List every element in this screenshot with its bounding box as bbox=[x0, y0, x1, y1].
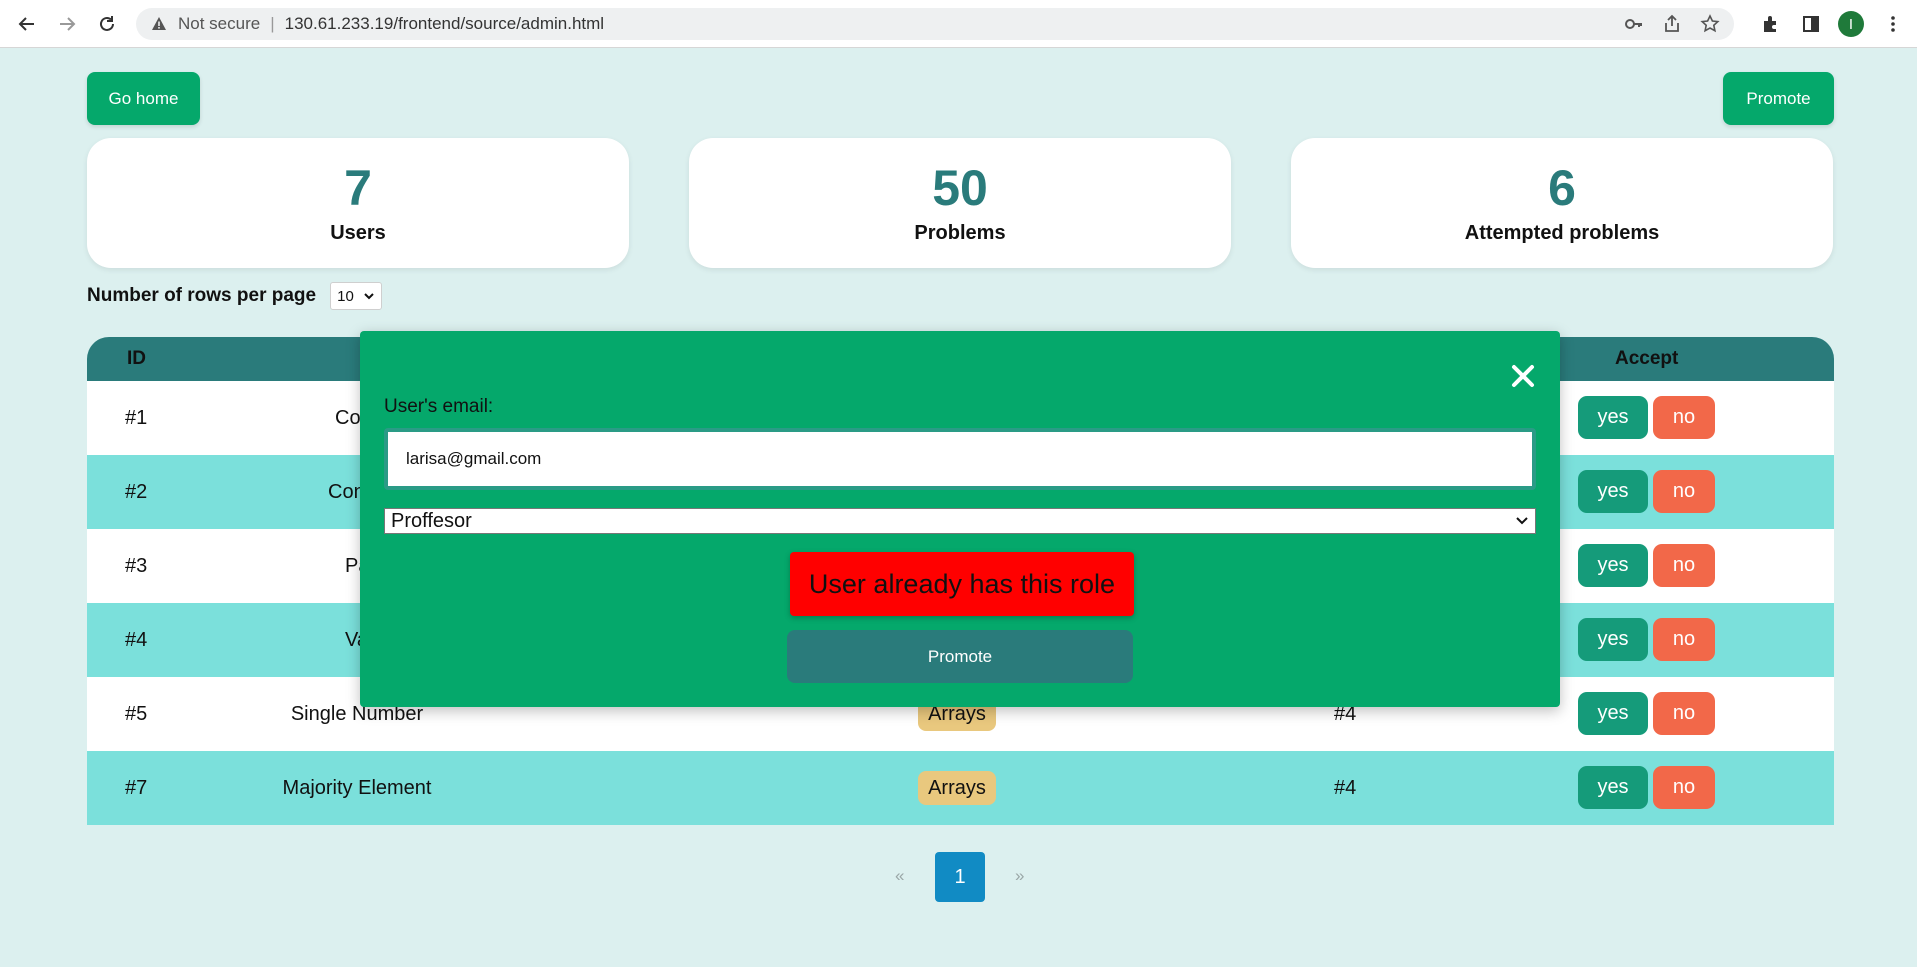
row-title: Co bbox=[335, 407, 361, 429]
promote-submit-button[interactable]: Promote bbox=[787, 630, 1133, 683]
row-id: #4 bbox=[125, 629, 148, 651]
no-button[interactable]: no bbox=[1653, 396, 1715, 439]
security-status: Not secure bbox=[178, 14, 261, 33]
bookmark-star-icon[interactable] bbox=[1700, 14, 1720, 39]
chevron-down-icon bbox=[1516, 517, 1528, 525]
stat-label: Attempted problems bbox=[1464, 222, 1660, 244]
stat-value: 7 bbox=[344, 160, 372, 216]
next-page-link[interactable]: » bbox=[1015, 866, 1024, 886]
share-icon[interactable] bbox=[1662, 14, 1682, 39]
error-message: User already has this role bbox=[790, 552, 1134, 616]
row-tag-cell: Arrays bbox=[887, 751, 1027, 825]
chevron-down-icon bbox=[364, 293, 374, 300]
prev-page-link[interactable]: « bbox=[895, 866, 904, 886]
url-separator: | bbox=[270, 14, 275, 33]
rows-per-page-control: Number of rows per page 10 bbox=[87, 282, 383, 310]
yes-button[interactable]: yes bbox=[1578, 766, 1648, 809]
table-row: #7 Majority Element Arrays #4 yes no bbox=[87, 751, 1834, 825]
profile-avatar[interactable]: I bbox=[1838, 11, 1864, 37]
menu-kebab-icon[interactable] bbox=[1880, 11, 1906, 37]
browser-toolbar: Not secure | 130.61.233.19/frontend/sour… bbox=[0, 0, 1917, 48]
url-text[interactable]: 130.61.233.19/frontend/source/admin.html bbox=[285, 14, 604, 34]
forward-icon[interactable] bbox=[54, 11, 80, 37]
close-icon[interactable] bbox=[1508, 361, 1538, 391]
role-select-value: Proffesor bbox=[391, 509, 472, 532]
rows-per-page-label: Number of rows per page bbox=[87, 285, 317, 306]
tag-badge: Arrays bbox=[918, 771, 996, 805]
email-label: User's email: bbox=[384, 396, 494, 417]
rows-per-page-select[interactable]: 10 bbox=[330, 282, 383, 310]
row-id: #5 bbox=[125, 703, 148, 725]
yes-button[interactable]: yes bbox=[1578, 692, 1648, 735]
row-id: #1 bbox=[125, 407, 148, 429]
yes-button[interactable]: yes bbox=[1578, 618, 1648, 661]
no-button[interactable]: no bbox=[1653, 544, 1715, 587]
row-author: #4 bbox=[1334, 777, 1357, 799]
key-icon[interactable] bbox=[1624, 14, 1644, 39]
stat-value: 6 bbox=[1548, 160, 1576, 216]
role-select[interactable]: Proffesor bbox=[384, 508, 1536, 534]
promote-modal: User's email: larisa@gmail.com Proffesor… bbox=[360, 331, 1560, 707]
go-home-button[interactable]: Go home bbox=[87, 72, 200, 125]
email-field[interactable]: larisa@gmail.com bbox=[384, 428, 1536, 490]
yes-button[interactable]: yes bbox=[1578, 396, 1648, 439]
rows-per-page-value: 10 bbox=[337, 287, 354, 305]
no-button[interactable]: no bbox=[1653, 470, 1715, 513]
no-button[interactable]: no bbox=[1653, 692, 1715, 735]
extensions-icon[interactable] bbox=[1758, 11, 1784, 37]
stat-value: 50 bbox=[932, 160, 988, 216]
back-icon[interactable] bbox=[14, 11, 40, 37]
warning-icon bbox=[150, 15, 168, 33]
row-title: Majority Element bbox=[282, 777, 432, 799]
page-1-button[interactable]: 1 bbox=[935, 852, 985, 902]
stat-label: Users bbox=[330, 222, 386, 244]
row-id: #2 bbox=[125, 481, 148, 503]
pagination: « 1 » bbox=[0, 852, 1917, 902]
side-panel-icon[interactable] bbox=[1798, 11, 1824, 37]
reload-icon[interactable] bbox=[94, 11, 120, 37]
row-id: #3 bbox=[125, 555, 148, 577]
stat-card-attempted: 6 Attempted problems bbox=[1291, 138, 1833, 268]
address-bar[interactable]: Not secure | 130.61.233.19/frontend/sour… bbox=[136, 8, 1734, 40]
yes-button[interactable]: yes bbox=[1578, 544, 1648, 587]
row-id: #7 bbox=[125, 777, 148, 799]
stat-card-users: 7 Users bbox=[87, 138, 629, 268]
stat-card-problems: 50 Problems bbox=[689, 138, 1231, 268]
no-button[interactable]: no bbox=[1653, 766, 1715, 809]
yes-button[interactable]: yes bbox=[1578, 470, 1648, 513]
promote-open-button[interactable]: Promote bbox=[1723, 72, 1834, 125]
column-header-id: ID bbox=[127, 348, 146, 369]
stat-label: Problems bbox=[914, 222, 1006, 244]
column-header-accept: Accept bbox=[1615, 348, 1679, 369]
no-button[interactable]: no bbox=[1653, 618, 1715, 661]
